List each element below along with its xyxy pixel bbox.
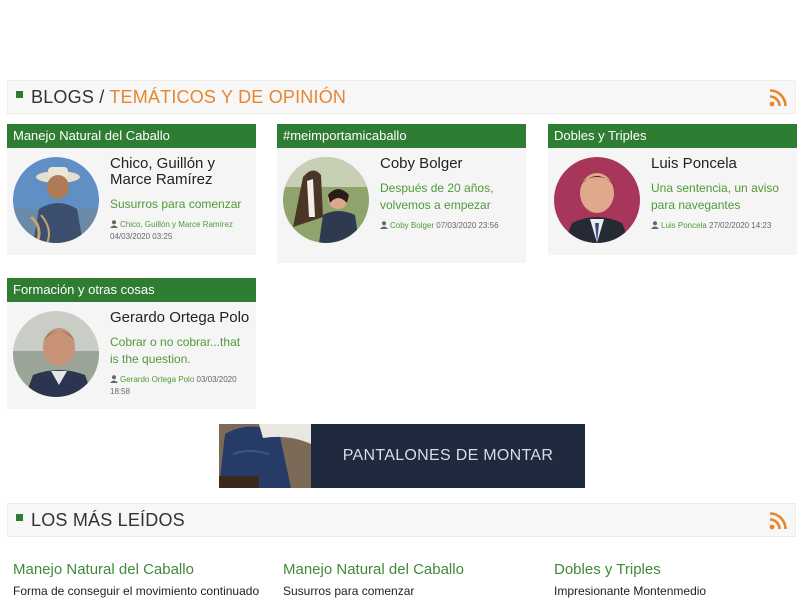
most-read-section-header: LOS MÁS LEÍDOS xyxy=(7,503,796,537)
blog-post-meta: Coby Bolger 07/03/2020 23:56 xyxy=(380,220,520,232)
most-read-category[interactable]: Manejo Natural del Caballo xyxy=(283,561,533,578)
blog-card-category[interactable]: Manejo Natural del Caballo xyxy=(7,124,256,148)
meta-date: 07/03/2020 23:56 xyxy=(436,221,499,230)
blog-post-meta: Chico, Guillón y Marce Ramírez 04/03/202… xyxy=(110,219,250,243)
avatar[interactable] xyxy=(554,157,640,243)
blog-card-manejo[interactable]: Manejo Natural del Caballo Chico, Guilló… xyxy=(7,124,256,255)
blog-post-meta: Gerardo Ortega Polo 03/03/2020 18:58 xyxy=(110,374,250,398)
blog-post-title[interactable]: Después de 20 años, volvemos a empezar xyxy=(380,180,520,214)
user-icon xyxy=(110,220,118,228)
blog-card-category[interactable]: #meimportamicaballo xyxy=(277,124,526,148)
avatar[interactable] xyxy=(13,311,99,397)
rss-icon[interactable] xyxy=(769,89,787,107)
meta-author[interactable]: Gerardo Ortega Polo xyxy=(120,375,194,384)
blog-card-meimportamicaballo[interactable]: #meimportamicaballo Coby Bolger Después … xyxy=(277,124,526,263)
ad-banner[interactable]: PANTALONES DE MONTAR xyxy=(219,424,585,488)
blog-post-meta: Luis Poncela 27/02/2020 14:23 xyxy=(651,220,791,232)
blogs-title-main: BLOGS xyxy=(31,86,95,107)
user-icon xyxy=(651,221,659,229)
banner-text[interactable]: PANTALONES DE MONTAR xyxy=(311,424,585,488)
blogger-name[interactable]: Gerardo Ortega Polo xyxy=(110,310,250,326)
rss-icon[interactable] xyxy=(769,512,787,530)
meta-author[interactable]: Luis Poncela xyxy=(661,221,707,230)
blogs-title-accent[interactable]: TEMÁTICOS Y DE OPINIÓN xyxy=(109,87,346,107)
avatar[interactable] xyxy=(13,157,99,243)
blog-card-category[interactable]: Formación y otras cosas xyxy=(7,278,256,302)
most-read-category[interactable]: Dobles y Triples xyxy=(554,561,800,578)
most-read-item[interactable]: Manejo Natural del Caballo Susurros para… xyxy=(283,561,533,598)
section-bullet xyxy=(16,513,23,521)
user-icon xyxy=(110,375,118,383)
most-read-title-link[interactable]: Forma de conseguir el movimiento continu… xyxy=(13,584,263,598)
blog-card-dobles-triples[interactable]: Dobles y Triples Luis Poncela Una senten… xyxy=(548,124,797,255)
blogs-section-header: BLOGS / TEMÁTICOS Y DE OPINIÓN xyxy=(7,80,796,114)
meta-date: 27/02/2020 14:23 xyxy=(709,221,772,230)
avatar[interactable] xyxy=(283,157,369,243)
most-read-title-link[interactable]: Impresionante Montenmedio xyxy=(554,584,800,598)
user-icon xyxy=(380,221,388,229)
blog-post-title[interactable]: Cobrar o no cobrar...that is the questio… xyxy=(110,334,250,368)
blogs-title-separator: / xyxy=(99,86,105,107)
most-read-item[interactable]: Manejo Natural del Caballo Forma de cons… xyxy=(13,561,263,598)
blogger-name[interactable]: Luis Poncela xyxy=(651,156,791,172)
most-read-title-link[interactable]: Susurros para comenzar xyxy=(283,584,533,598)
blogger-name[interactable]: Coby Bolger xyxy=(380,156,520,172)
blogs-section-title: BLOGS / TEMÁTICOS Y DE OPINIÓN xyxy=(31,87,346,108)
blog-post-title[interactable]: Susurros para comenzar xyxy=(110,196,250,213)
meta-date: 04/03/2020 03:25 xyxy=(110,232,173,241)
meta-author[interactable]: Coby Bolger xyxy=(390,221,434,230)
section-bullet xyxy=(16,90,23,98)
meta-author[interactable]: Chico, Guillón y Marce Ramírez xyxy=(120,220,233,229)
blog-post-title[interactable]: Una sentencia, un aviso para navegantes xyxy=(651,180,791,214)
banner-photo xyxy=(219,424,311,488)
most-read-title: LOS MÁS LEÍDOS xyxy=(31,509,185,530)
most-read-category[interactable]: Manejo Natural del Caballo xyxy=(13,561,263,578)
blog-card-category[interactable]: Dobles y Triples xyxy=(548,124,797,148)
most-read-item[interactable]: Dobles y Triples Impresionante Montenmed… xyxy=(554,561,800,598)
blogger-name[interactable]: Chico, Guillón y Marce Ramírez xyxy=(110,156,250,188)
blog-card-formacion[interactable]: Formación y otras cosas Gerardo Ortega P… xyxy=(7,278,256,409)
